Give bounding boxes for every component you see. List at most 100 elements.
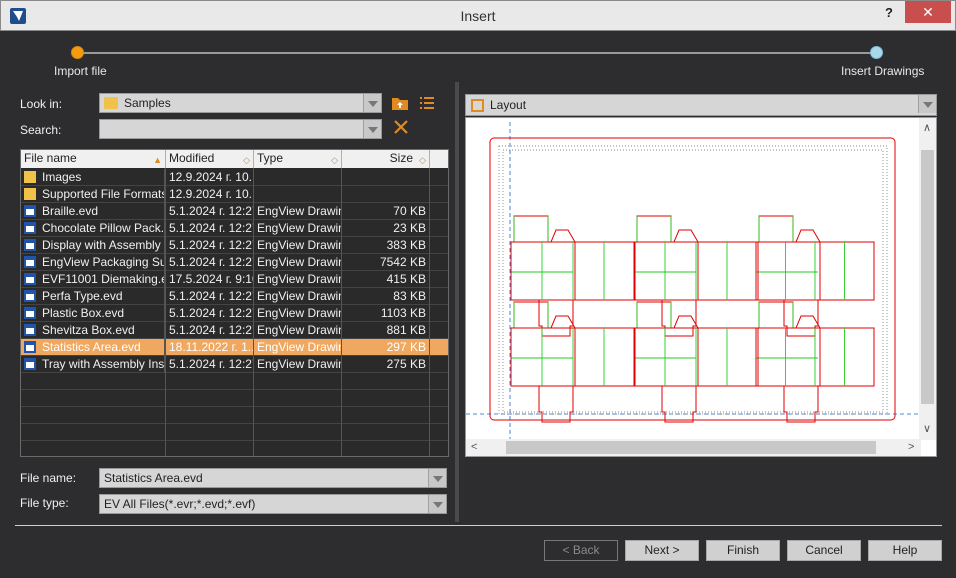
file-row[interactable]: Tray with Assembly Instr... 5.1.2024 г. 1… bbox=[21, 356, 448, 373]
drawing-file-icon bbox=[24, 256, 36, 268]
column-header-type[interactable]: Type ◇ bbox=[254, 150, 342, 168]
type-cell: EngView Drawing bbox=[257, 204, 341, 218]
drawing-file-icon bbox=[24, 307, 36, 319]
preview-mode-value: Layout bbox=[490, 98, 527, 112]
size-cell: 297 KB bbox=[386, 340, 426, 354]
file-row[interactable]: Images 12.9.2024 г. 10... bbox=[21, 169, 448, 186]
chevron-down-icon[interactable]: ∨ bbox=[923, 422, 931, 435]
cut-line bbox=[755, 301, 821, 423]
cancel-button[interactable]: Cancel bbox=[787, 540, 861, 561]
file-list[interactable]: File name ▲ Modified ◇ Type ◇ Size ◇ Images 1… bbox=[20, 149, 449, 457]
modified-cell: 5.1.2024 г. 12:27 bbox=[169, 289, 253, 303]
size-cell: 1103 KB bbox=[380, 306, 426, 320]
close-button[interactable]: ✕ bbox=[905, 1, 951, 23]
type-cell: EngView Drawing bbox=[257, 340, 341, 354]
preview-vertical-scrollbar[interactable]: ∧ ∨ bbox=[919, 118, 936, 440]
column-header-modified[interactable]: Modified ◇ bbox=[166, 150, 254, 168]
vertical-scroll-thumb[interactable] bbox=[921, 150, 934, 404]
title-bar: Insert ? ✕ bbox=[0, 0, 956, 31]
size-cell: 23 KB bbox=[393, 221, 426, 235]
type-cell bbox=[257, 169, 341, 186]
layout-drawing bbox=[466, 122, 921, 440]
file-row[interactable]: Shevitza Box.evd 5.1.2024 г. 12:27 EngView… bbox=[21, 322, 448, 339]
file-type-select[interactable]: EV All Files(*.evr;*.evd;*.evf) bbox=[99, 494, 447, 514]
file-name-cell: Perfa Type.evd bbox=[24, 288, 165, 305]
file-type-value: EV All Files(*.evr;*.evd;*.evf) bbox=[104, 497, 256, 511]
search-input[interactable] bbox=[99, 119, 382, 139]
look-in-label: Look in: bbox=[20, 97, 63, 111]
chevron-right-icon[interactable]: > bbox=[908, 441, 914, 453]
horizontal-scroll-thumb[interactable] bbox=[506, 441, 876, 454]
file-name-cell: Plastic Box.evd bbox=[24, 305, 165, 322]
file-type-label: File type: bbox=[20, 496, 69, 510]
chevron-down-icon[interactable] bbox=[363, 94, 381, 112]
file-row[interactable]: Chocolate Pillow Pack.... 5.1.2024 г. 12:… bbox=[21, 220, 448, 237]
chevron-up-icon[interactable]: ∧ bbox=[923, 121, 931, 134]
folder-up-icon[interactable] bbox=[391, 94, 409, 112]
modified-cell: 5.1.2024 г. 12:27 bbox=[169, 204, 253, 218]
file-list-header: File name ▲ Modified ◇ Type ◇ Size ◇ bbox=[21, 150, 448, 168]
file-row[interactable]: EVF11001 Diemaking.e... 17.5.2024 г. 9:10… bbox=[21, 271, 448, 288]
file-name-cell: Supported File Formats bbox=[24, 186, 165, 203]
window-title: Insert bbox=[460, 8, 496, 24]
size-cell bbox=[342, 169, 426, 186]
type-cell: EngView Drawing bbox=[257, 255, 341, 269]
drawing-file-icon bbox=[24, 358, 36, 370]
sort-icon: ◇ bbox=[419, 155, 426, 165]
layout-icon bbox=[471, 99, 484, 112]
file-name-cell: Images bbox=[24, 169, 165, 186]
modified-cell: 5.1.2024 г. 12:27 bbox=[169, 323, 253, 337]
empty-row bbox=[21, 407, 448, 424]
type-cell bbox=[257, 186, 341, 203]
modified-cell: 17.5.2024 г. 9:10 bbox=[169, 272, 253, 286]
file-row[interactable]: Supported File Formats 12.9.2024 г. 10... bbox=[21, 186, 448, 203]
back-button[interactable]: < Back bbox=[544, 540, 618, 561]
list-view-icon[interactable] bbox=[418, 94, 436, 112]
file-name-value: Statistics Area.evd bbox=[104, 471, 203, 485]
search-label: Search: bbox=[20, 123, 62, 137]
file-name-cell: EngView Packaging Su... bbox=[24, 254, 165, 271]
modified-cell: 5.1.2024 г. 12:27 bbox=[169, 306, 253, 320]
look-in-value: Samples bbox=[124, 96, 171, 110]
file-row[interactable]: Statistics Area.evd 18.11.2022 г. 1... Eng… bbox=[21, 339, 448, 356]
file-name-cell: Braille.evd bbox=[24, 203, 165, 220]
file-row[interactable]: Perfa Type.evd 5.1.2024 г. 12:27 EngView D… bbox=[21, 288, 448, 305]
sort-asc-icon: ▲ bbox=[153, 155, 162, 165]
file-row[interactable]: Display with Assembly I... 5.1.2024 г. 12… bbox=[21, 237, 448, 254]
cut-line bbox=[755, 215, 821, 337]
folder-icon bbox=[24, 171, 36, 183]
preview-horizontal-scrollbar[interactable]: < > bbox=[466, 439, 921, 456]
drawing-file-icon bbox=[24, 239, 36, 251]
drawing-file-icon bbox=[24, 290, 36, 302]
help-button[interactable]: Help bbox=[868, 540, 942, 561]
column-header-size[interactable]: Size ◇ bbox=[342, 150, 430, 168]
cut-line bbox=[510, 301, 576, 423]
file-row[interactable]: Braille.evd 5.1.2024 г. 12:27 EngView Draw… bbox=[21, 203, 448, 220]
chevron-left-icon[interactable]: < bbox=[471, 441, 477, 453]
modified-cell: 12.9.2024 г. 10... bbox=[169, 170, 253, 184]
look-in-combo[interactable]: Samples bbox=[99, 93, 382, 113]
chevron-down-icon[interactable] bbox=[428, 495, 446, 513]
next-button[interactable]: Next > bbox=[625, 540, 699, 561]
panel-splitter[interactable] bbox=[455, 82, 459, 522]
file-row[interactable]: EngView Packaging Su... 5.1.2024 г. 12:27… bbox=[21, 254, 448, 271]
size-cell bbox=[342, 186, 426, 203]
drawing-preview[interactable]: ∧ ∨ < > bbox=[465, 117, 937, 457]
finish-button[interactable]: Finish bbox=[706, 540, 780, 561]
chevron-down-icon[interactable] bbox=[918, 95, 936, 113]
sort-icon: ◇ bbox=[331, 155, 338, 165]
type-cell: EngView Drawing bbox=[257, 221, 341, 235]
file-name-cell: Display with Assembly I... bbox=[24, 237, 165, 254]
chevron-down-icon[interactable] bbox=[428, 469, 446, 487]
file-row[interactable]: Plastic Box.evd 5.1.2024 г. 12:27 EngView … bbox=[21, 305, 448, 322]
drawing-file-icon bbox=[24, 341, 36, 353]
chevron-down-icon[interactable] bbox=[363, 120, 381, 138]
type-cell: EngView Drawing bbox=[257, 323, 341, 337]
modified-cell: 12.9.2024 г. 10... bbox=[169, 187, 253, 201]
clear-search-icon[interactable] bbox=[392, 118, 410, 136]
file-name-input[interactable]: Statistics Area.evd bbox=[99, 468, 447, 488]
column-header-file-name[interactable]: File name ▲ bbox=[21, 150, 166, 168]
file-name-cell: Chocolate Pillow Pack.... bbox=[24, 220, 165, 237]
preview-mode-select[interactable]: Layout bbox=[465, 94, 937, 116]
help-question-button[interactable]: ? bbox=[885, 5, 893, 20]
